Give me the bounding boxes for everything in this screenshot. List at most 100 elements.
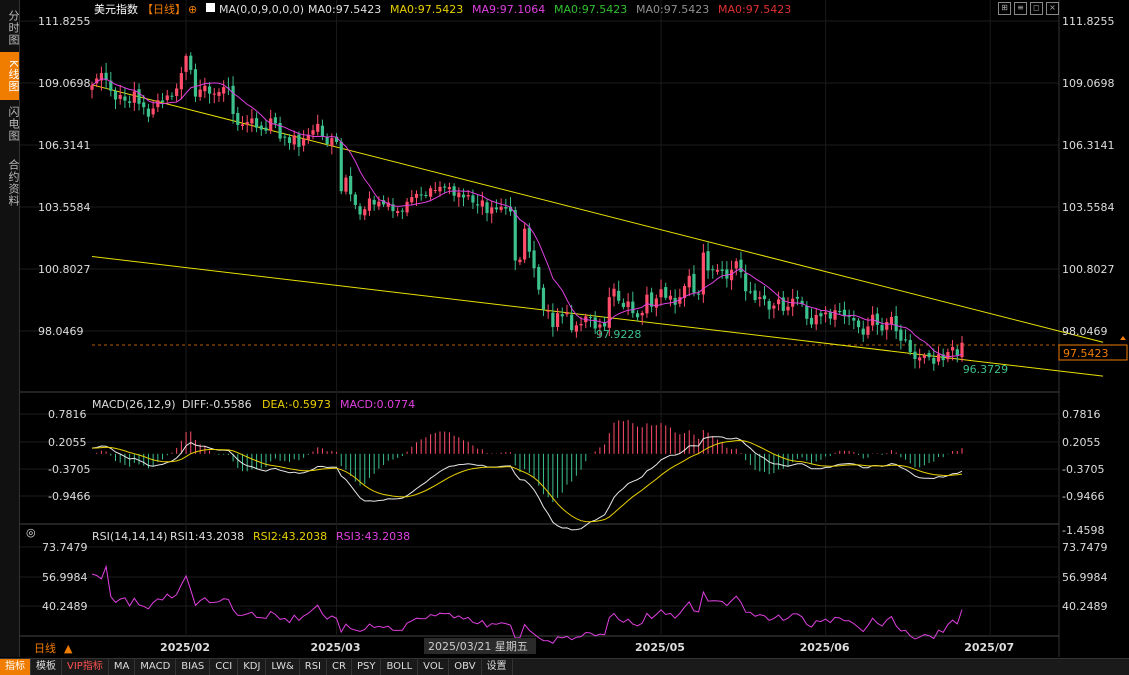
candle-body <box>320 125 325 137</box>
list-icon[interactable]: ≡ <box>1014 2 1027 15</box>
candle-body <box>903 339 908 341</box>
macd-y-tick-right: -0.3705 <box>1062 463 1104 476</box>
indicator-tab[interactable]: VIP指标 <box>62 659 109 675</box>
candle-body <box>113 90 118 100</box>
gear-icon[interactable]: ⊕ <box>188 3 197 16</box>
indicator-tab[interactable]: PSY <box>352 659 382 675</box>
candle-body <box>410 197 414 203</box>
candle-body <box>838 310 842 312</box>
indicator-tab[interactable]: LW& <box>266 659 300 675</box>
candle-body <box>471 195 475 203</box>
x-tick: 2025/07 <box>964 641 1014 654</box>
y-tick-right: 111.8255 <box>1062 15 1115 28</box>
candle-body <box>734 261 738 269</box>
candle-body <box>861 328 865 335</box>
macd-y-tick-right: 0.7816 <box>1062 408 1101 421</box>
candle-body <box>631 301 635 314</box>
dea-line <box>91 439 963 523</box>
candle-body <box>447 187 452 190</box>
candle-body <box>476 204 480 206</box>
candle-body <box>283 136 287 138</box>
candle-body <box>523 228 527 260</box>
indicator-tab[interactable]: CCI <box>210 659 239 675</box>
y-tick-left: 109.0698 <box>38 77 91 90</box>
x-tick: 2025/03 <box>311 641 361 654</box>
candle-body <box>579 323 583 326</box>
close-icon[interactable]: × <box>1046 2 1059 15</box>
period-label[interactable]: 日线 <box>34 641 56 655</box>
macd-histogram <box>96 419 963 503</box>
y-tick-left: 106.3141 <box>38 139 91 152</box>
lock-icon[interactable]: ◻ <box>1030 2 1043 15</box>
indicator-tab[interactable]: 模板 <box>31 659 62 675</box>
indicator-tab[interactable]: MACD <box>135 659 177 675</box>
period-tag: 【日线】 <box>142 2 186 16</box>
candle-body <box>170 95 174 97</box>
marker-icon <box>1120 336 1126 340</box>
indicator-tab[interactable]: BOLL <box>381 659 419 675</box>
candle-body <box>344 177 348 192</box>
macd-dea: DEA:-0.5973 <box>262 398 331 411</box>
candle-body <box>922 355 926 358</box>
candle-body <box>466 195 470 197</box>
candle-body <box>203 85 207 92</box>
indicator-tab[interactable]: RSI <box>300 659 328 675</box>
color-swatch-icon[interactable] <box>206 3 215 12</box>
candle-body <box>504 207 508 209</box>
candle-body <box>899 329 903 341</box>
candle-body <box>527 227 531 252</box>
candle-body <box>617 290 621 301</box>
candle-body <box>546 310 550 312</box>
period-dropdown-icon[interactable]: ▲ <box>64 642 73 655</box>
indicator-tab[interactable]: 指标 <box>0 659 31 675</box>
candle-body <box>753 290 757 301</box>
macd-diff: DIFF:-0.5586 <box>182 398 252 411</box>
macd-title: MACD(26,12,9) <box>92 398 176 411</box>
chart-canvas[interactable]: 111.8255 111.8255 109.0698 109.0698 106.3141… <box>0 0 1129 657</box>
candle-body <box>193 69 198 97</box>
candle-body <box>875 313 879 325</box>
candle-body <box>772 305 776 309</box>
candle-body <box>814 314 818 325</box>
candle-body <box>325 137 329 144</box>
indicator-tab[interactable]: BIAS <box>176 659 211 675</box>
ma-legend-item: MA0:97.5423 <box>554 3 627 16</box>
macd-y-tick-left: -0.9466 <box>48 490 90 503</box>
indicator-tab[interactable]: VOL <box>418 659 450 675</box>
indicator-tab[interactable]: MA <box>109 659 136 675</box>
candle-body <box>137 89 141 104</box>
candle-body <box>438 186 442 192</box>
candle-body <box>918 357 922 361</box>
indicator-tab[interactable]: OBV <box>449 659 482 675</box>
candle-body <box>664 287 668 298</box>
indicator-tab[interactable]: KDJ <box>238 659 267 675</box>
candle-body <box>311 130 315 135</box>
ma-legend-item: MA0:97.5423 <box>636 3 709 16</box>
candle-body <box>499 206 503 210</box>
candle-body <box>640 312 644 316</box>
y-tick-right: 98.0469 <box>1062 325 1108 338</box>
candle-body <box>179 73 183 90</box>
rsi-title: RSI(14,14,14) <box>92 530 167 543</box>
x-tick: 2025/05 <box>635 641 685 654</box>
rsi-settings-icon[interactable]: ◎ <box>26 526 36 539</box>
candle-body <box>955 349 959 356</box>
candle-body <box>687 275 691 288</box>
crosshair-date: 2025/03/21 星期五 <box>428 640 528 653</box>
candle-body <box>518 259 522 263</box>
candle-body <box>236 112 240 126</box>
candle-body <box>555 313 560 327</box>
expand-icon[interactable]: ⊞ <box>998 2 1011 15</box>
candle-body <box>222 87 226 94</box>
candle-body <box>433 190 437 192</box>
candle-body <box>372 199 376 205</box>
candle-body <box>668 295 673 300</box>
candle-body <box>259 125 263 130</box>
candle-body <box>358 206 362 215</box>
candle-body <box>396 211 400 213</box>
indicator-tab[interactable]: 设置 <box>482 659 513 675</box>
candle-body <box>828 312 832 319</box>
indicator-tab[interactable]: CR <box>327 659 352 675</box>
price-annotation: 96.3729 <box>963 363 1009 376</box>
candle-body <box>90 85 94 90</box>
